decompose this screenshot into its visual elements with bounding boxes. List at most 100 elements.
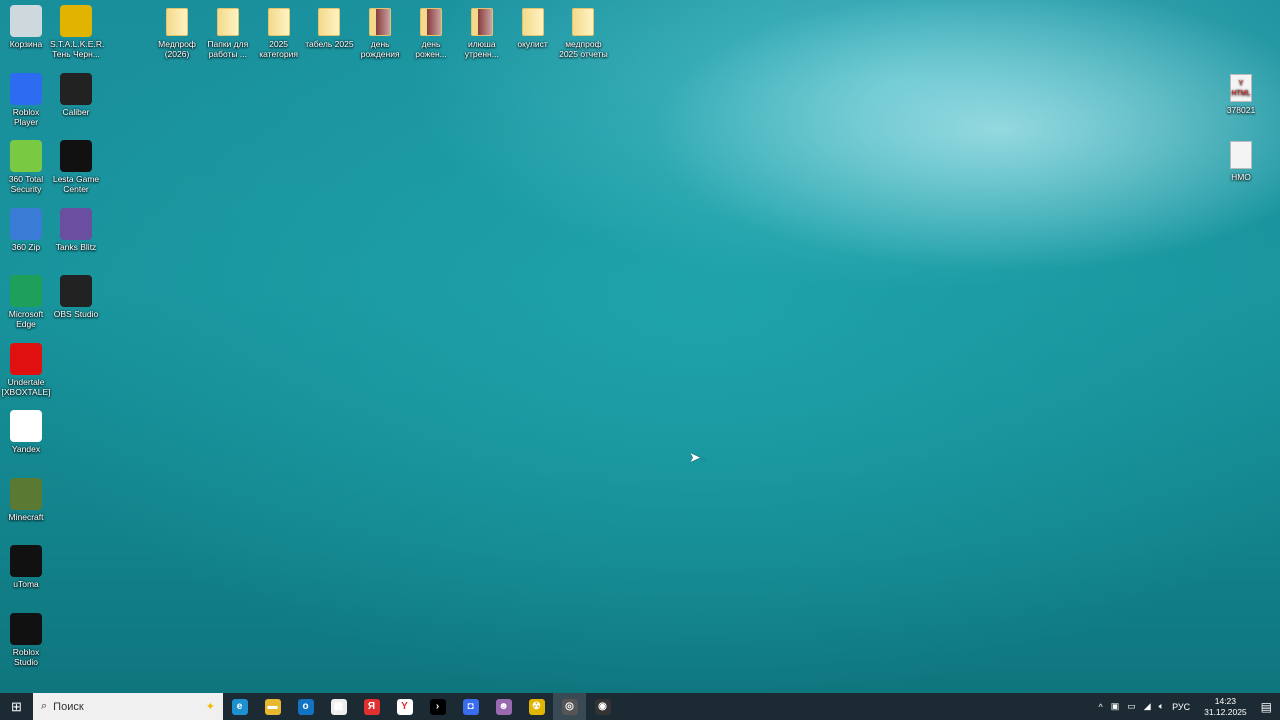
desktop-shortcut[interactable]: Корзина	[0, 5, 52, 49]
notification-icon[interactable]: ▤	[1261, 700, 1272, 714]
folder-icon	[166, 8, 188, 36]
system-tray: ^ ▣ ▭ ◢ 🔈︎ РУС 14:23 31.12.2025 ▤	[1098, 696, 1280, 718]
roblox-icon: ◘	[462, 698, 479, 715]
language-indicator[interactable]: РУС	[1172, 702, 1190, 712]
folder-icon	[521, 8, 544, 36]
tanks-blitz-icon	[60, 207, 92, 240]
taskbar-app-button[interactable]: e	[223, 693, 256, 720]
taskbar-app-button[interactable]: ▬	[256, 693, 289, 720]
folder-label: день рожен...	[415, 39, 447, 59]
file-label: 378021	[1226, 105, 1256, 115]
desktop-folder[interactable]: день рождения	[354, 8, 406, 59]
desktop-shortcut[interactable]: OBS Studio	[50, 275, 102, 319]
roblox-player-icon	[10, 72, 42, 105]
obs-recording-icon: ◉	[594, 698, 611, 715]
chevron-up-icon[interactable]: ^	[1098, 702, 1102, 712]
clock[interactable]: 14:23 31.12.2025	[1204, 696, 1247, 718]
shortcut-label: Lesta Game Center	[52, 174, 100, 194]
taskbar: ⊞ ⌕ Поиск ✦ e ▬ o ▦ Я Y › ◘ ☻ ☢ ◎ ◉ ^ ▣ ▭ ◢ 🔈︎ РУС …	[0, 693, 1280, 720]
obs-icon	[60, 275, 92, 307]
wifi-icon[interactable]: ◢	[1144, 701, 1151, 712]
shortcut-label: Yandex	[11, 444, 41, 454]
desktop-shortcut[interactable]: Undertale [XBOXTALE]	[0, 342, 52, 397]
shortcut-label: Roblox Player	[12, 106, 40, 127]
taskbar-app-button[interactable]: ›	[421, 693, 454, 720]
recycle-bin-icon	[10, 5, 42, 37]
desktop-shortcut[interactable]: Tanks Blitz	[50, 207, 102, 252]
desktop-folder[interactable]: табель 2025	[303, 8, 355, 49]
minecraft-icon	[10, 477, 42, 510]
desktop-file[interactable]: НМО	[1215, 141, 1267, 182]
folder-icon	[420, 8, 442, 36]
roblox-studio-icon	[10, 612, 42, 645]
folder-icon	[572, 8, 595, 36]
folder-icon	[318, 8, 341, 36]
desktop-folder[interactable]: илюша утренн...	[456, 8, 508, 59]
game-icon: ☻	[495, 698, 512, 715]
volume-icon[interactable]: 🔈︎	[1159, 701, 1164, 712]
shortcut-label: uToma	[13, 579, 39, 589]
yandex-icon: Я	[363, 698, 380, 715]
meet-icon[interactable]: ▣	[1111, 701, 1120, 712]
folder-icon	[267, 8, 290, 36]
folder-label: илюша утренн...	[464, 39, 499, 59]
outlook-icon: o	[297, 698, 314, 715]
desktop-folder[interactable]: 2025 категория	[253, 8, 305, 59]
desktop-shortcut[interactable]: Roblox Player	[0, 72, 52, 127]
taskbar-app-button[interactable]: ◘	[454, 693, 487, 720]
taskbar-app-button[interactable]: ▦	[322, 693, 355, 720]
desktop-folder[interactable]: окулист	[507, 8, 559, 49]
taskbar-app-button[interactable]: Я	[355, 693, 388, 720]
store-icon: ▦	[330, 698, 347, 715]
desktop-folder[interactable]: Медпроф (2026)	[151, 8, 203, 59]
html-file-icon: Y HTML	[1230, 74, 1252, 102]
shortcut-label: 360 Total Security	[8, 174, 44, 194]
desktop-folder[interactable]: медпроф 2025 отчеты	[557, 8, 609, 59]
folder-label: табель 2025	[305, 39, 354, 49]
folder-icon	[369, 8, 392, 36]
desktop-shortcut[interactable]: uToma	[0, 545, 52, 589]
taskbar-apps: e ▬ o ▦ Я Y › ◘ ☻ ☢ ◎ ◉	[223, 693, 619, 720]
folder-icon	[470, 8, 493, 36]
copilot-sparkle-icon: ✦	[205, 701, 215, 713]
shortcut-label: Tanks Blitz	[55, 241, 97, 252]
start-button[interactable]: ⊞	[0, 693, 33, 720]
search-icon: ⌕	[41, 700, 48, 712]
folder-icon	[216, 8, 239, 36]
edge-icon: e	[231, 698, 248, 715]
taskbar-app-button[interactable]: o	[289, 693, 322, 720]
folder-label: Папки для работы ...	[207, 39, 249, 59]
360-security-icon	[10, 140, 42, 172]
desktop-shortcut[interactable]: 360 Total Security	[0, 140, 52, 194]
taskbar-app-button[interactable]: Y	[388, 693, 421, 720]
desktop-folder[interactable]: Папки для работы ...	[202, 8, 254, 59]
desktop-shortcut[interactable]: S.T.A.L.K.E.R. Тень Черн...	[50, 5, 105, 59]
desktop-folder[interactable]: день рожен...	[405, 8, 457, 59]
battery-icon[interactable]: ▭	[1127, 701, 1136, 712]
shortcut-label: Undertale [XBOXTALE]	[1, 376, 51, 397]
desktop-shortcut[interactable]: Caliber	[50, 72, 102, 117]
desktop-shortcut[interactable]: 360 Zip	[0, 207, 52, 252]
shortcut-label: 360 Zip	[11, 241, 41, 252]
desktop-file[interactable]: Y HTML 378021	[1215, 74, 1267, 115]
text-file-icon	[1230, 141, 1252, 169]
caliber-icon	[60, 72, 92, 105]
taskbar-app-button[interactable]: ☢	[520, 693, 553, 720]
desktop-shortcut[interactable]: Microsoft Edge	[0, 275, 52, 329]
360-zip-icon	[10, 207, 42, 240]
shortcut-label: S.T.A.L.K.E.R. Тень Черн...	[50, 39, 105, 59]
yandex-browser-icon	[10, 410, 42, 442]
folder-label: медпроф 2025 отчеты	[559, 39, 608, 59]
taskbar-app-button[interactable]: ☻	[487, 693, 520, 720]
desktop-shortcut[interactable]: Lesta Game Center	[50, 140, 102, 194]
desktop-shortcut[interactable]: Roblox Studio	[0, 612, 52, 667]
desktop-shortcut[interactable]: Minecraft	[0, 477, 52, 522]
desktop-shortcut[interactable]: Yandex	[0, 410, 52, 454]
taskbar-app-button[interactable]: ◎	[553, 693, 586, 720]
shortcut-label: Roblox Studio	[12, 646, 40, 667]
heart-icon	[10, 342, 42, 375]
shortcut-label: OBS Studio	[53, 309, 99, 319]
search-placeholder: Поиск	[53, 700, 84, 713]
search-box[interactable]: ⌕ Поиск ✦	[33, 693, 223, 720]
taskbar-app-button[interactable]: ◉	[586, 693, 619, 720]
